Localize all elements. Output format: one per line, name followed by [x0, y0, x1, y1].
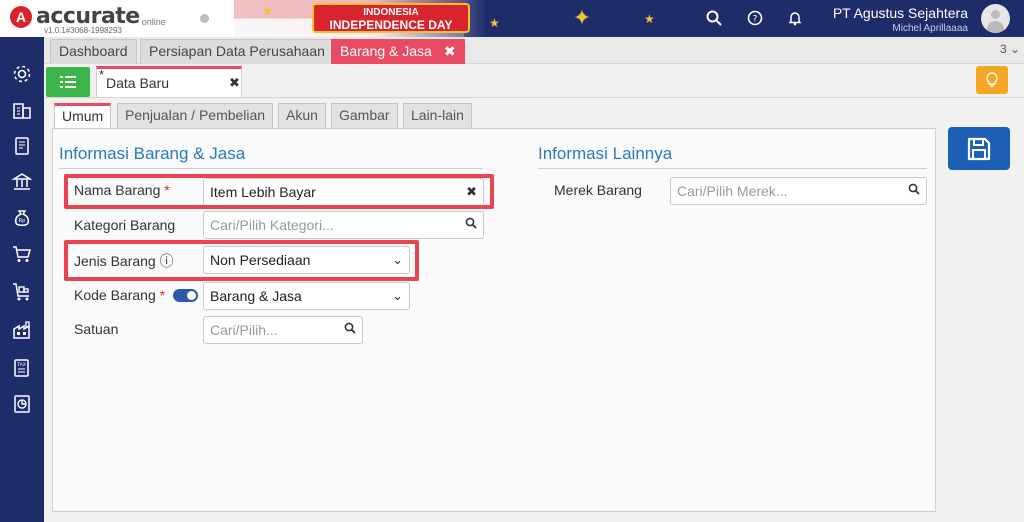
search-icon[interactable]: [704, 8, 724, 28]
list-view-button[interactable]: [46, 67, 90, 97]
logo-mark-icon: A: [10, 5, 32, 28]
section-title-informasi-lainnya: Informasi Lainnya: [538, 144, 673, 163]
logo-sub: online: [141, 16, 166, 27]
kode-barang-select[interactable]: Barang & Jasa ⌄: [203, 282, 410, 310]
satuan-field[interactable]: Cari/Pilih...: [203, 316, 363, 344]
search-icon[interactable]: [465, 212, 477, 238]
star-icon: ★: [644, 12, 655, 26]
merek-barang-field[interactable]: Cari/Pilih Merek...: [670, 177, 927, 205]
list-icon: [60, 76, 76, 88]
save-icon: [967, 137, 991, 160]
company-info[interactable]: PT Agustus Sejahtera Michel Aprillaaaa: [833, 5, 968, 34]
save-button[interactable]: [948, 127, 1010, 170]
close-icon[interactable]: ✖: [444, 43, 456, 59]
module-tab-bar: Dashboard Persiapan Data Perusahaan Bara…: [44, 37, 1024, 64]
gear-icon[interactable]: [11, 63, 33, 85]
auto-code-toggle[interactable]: [173, 289, 198, 302]
label-satuan: Satuan: [74, 321, 119, 337]
factory-icon[interactable]: [11, 319, 33, 341]
company-name: PT Agustus Sejahtera: [832, 5, 968, 21]
tab-label: Penjualan / Pembelian: [125, 107, 266, 123]
avatar[interactable]: [981, 4, 1010, 33]
lightbulb-icon: [986, 72, 998, 87]
label-kategori-barang: Kategori Barang: [74, 217, 176, 233]
independence-banner: ★ ★ ★ INDONESIA INDEPENDENCE DAY ✦: [234, 0, 694, 37]
cart-icon[interactable]: [11, 243, 33, 265]
top-header: A accurate online v1.0.1#3068-1998293 ★ …: [0, 0, 1024, 37]
banner-badge: INDONESIA INDEPENDENCE DAY: [312, 3, 470, 33]
tab-umum[interactable]: Umum: [54, 103, 112, 129]
banner-line2: INDEPENDENCE DAY: [329, 18, 453, 32]
label-merek-barang: Merek Barang: [554, 182, 642, 198]
delivery-cart-icon[interactable]: [11, 281, 33, 303]
tab-label: Persiapan Data Perusahaan: [149, 43, 325, 59]
svg-text:Rp: Rp: [19, 218, 26, 224]
highlight-box-nama-barang: [64, 174, 494, 209]
close-icon[interactable]: ✖: [229, 75, 240, 91]
unsaved-marker: *: [99, 67, 105, 82]
document-bar: * Data Baru ✖: [44, 64, 1024, 98]
svg-text:TAX: TAX: [16, 362, 26, 368]
tab-barang-jasa[interactable]: Barang & Jasa ✖: [331, 39, 465, 64]
svg-text:?: ?: [753, 15, 758, 25]
help-icon[interactable]: ?: [745, 8, 765, 28]
chevron-down-icon: ⌄: [392, 288, 403, 303]
tab-label: Gambar: [339, 107, 390, 123]
tax-icon[interactable]: TAX: [11, 357, 33, 379]
money-bag-icon[interactable]: Rp: [11, 207, 33, 229]
star-icon: ★: [489, 16, 500, 30]
doc-tab-data-baru[interactable]: * Data Baru ✖: [96, 66, 242, 98]
highlight-box-jenis-barang: [64, 240, 419, 281]
kategori-barang-field[interactable]: Cari/Pilih Kategori...: [203, 211, 484, 239]
tab-gambar[interactable]: Gambar: [331, 103, 398, 128]
tab-overflow-menu[interactable]: 3 ⌄: [1000, 42, 1020, 56]
left-sidebar: Rp TAX: [0, 37, 44, 522]
doc-tab-label: Data Baru: [106, 75, 170, 91]
user-name: Michel Aprillaaaa: [892, 23, 968, 34]
search-icon[interactable]: [344, 317, 356, 343]
section-title-informasi-barang: Informasi Barang & Jasa: [59, 144, 246, 163]
company-icon[interactable]: [11, 99, 33, 121]
tab-label: Akun: [286, 107, 318, 123]
tab-lain-lain[interactable]: Lain-lain: [403, 103, 472, 128]
header-nav: ? PT Agustus Sejahtera Michel Aprillaaaa: [694, 0, 1024, 37]
label-kode-barang: Kode Barang *: [74, 287, 166, 303]
star-icon: ★: [262, 4, 273, 18]
search-icon[interactable]: [908, 178, 920, 204]
version-label: v1.0.1#3068-1998293: [44, 26, 122, 35]
ledger-icon[interactable]: [11, 135, 33, 157]
bell-icon[interactable]: [785, 8, 805, 28]
garuda-emblem-icon: ✦: [572, 5, 592, 30]
report-icon[interactable]: [11, 393, 33, 415]
tab-label: Lain-lain: [411, 107, 464, 123]
tab-label: Barang & Jasa: [340, 43, 432, 59]
tab-akun[interactable]: Akun: [278, 103, 326, 128]
tab-label: Dashboard: [59, 43, 128, 59]
status-dot: [200, 14, 209, 23]
tab-persiapan-data-perusahaan[interactable]: Persiapan Data Perusahaan: [140, 39, 334, 64]
tab-label: Umum: [62, 108, 104, 124]
tips-button[interactable]: [976, 66, 1008, 94]
bank-icon[interactable]: [11, 171, 33, 193]
tab-dashboard[interactable]: Dashboard: [50, 39, 137, 64]
tab-penjualan-pembelian[interactable]: Penjualan / Pembelian: [117, 103, 274, 128]
